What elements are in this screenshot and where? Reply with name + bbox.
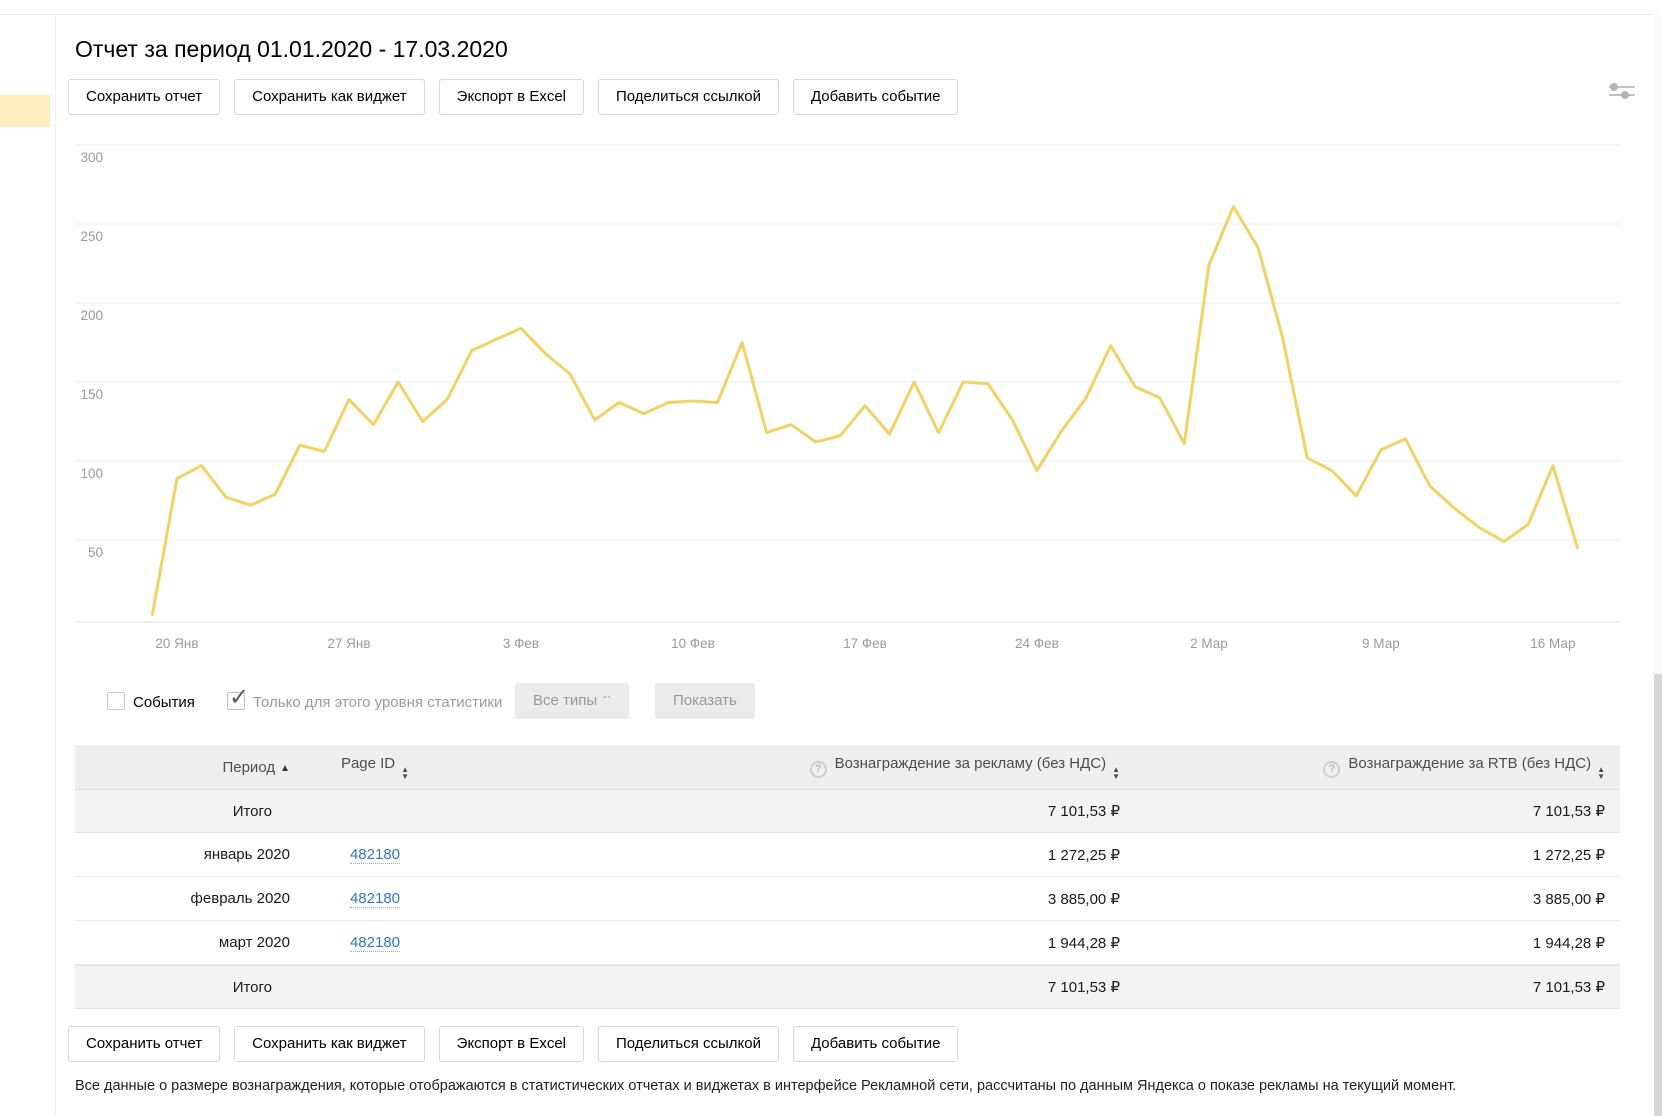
x-axis-tick-label: 27 Янв bbox=[327, 636, 370, 651]
x-axis-tick-label: 3 Фев bbox=[503, 636, 539, 651]
rtb-reward-cell: 1 944,28 ₽ bbox=[1532, 934, 1605, 952]
share-link-button[interactable]: Поделиться ссылкой bbox=[598, 1026, 779, 1062]
page-id-link[interactable]: 482180 bbox=[349, 846, 401, 864]
column-header-period[interactable]: Период ▲ bbox=[75, 759, 290, 776]
y-axis-tick-label: 50 bbox=[88, 545, 103, 560]
revenue-line-chart: 50 100 150 200 250 300 20 Янв 27 Янв 3 Фев 10 Фев… bbox=[75, 144, 1620, 651]
x-axis-tick-label: 2 Мар bbox=[1190, 636, 1228, 651]
column-header-ads-reward[interactable]: ? Вознаграждение за рекламу (без НДС) ▲ ▼ bbox=[460, 755, 1120, 780]
level-checkbox[interactable]: ✓ bbox=[227, 684, 249, 711]
ads-reward-cell: 3 885,00 ₽ bbox=[1047, 890, 1120, 908]
total-rtb-value: 7 101,53 ₽ bbox=[1532, 979, 1605, 996]
checkmark-icon: ✓ bbox=[229, 684, 250, 711]
column-header-rtb-reward[interactable]: ? Вознаграждение за RTB (без НДС) ▲ ▼ bbox=[1120, 755, 1605, 780]
total-rtb-value: 7 101,53 ₽ bbox=[1532, 803, 1605, 820]
rtb-reward-cell: 3 885,00 ₽ bbox=[1532, 890, 1605, 908]
export-excel-button[interactable]: Экспорт в Excel bbox=[438, 1026, 584, 1062]
page-id-link[interactable]: 482180 bbox=[349, 890, 401, 908]
table-body: январь 2020 482180 1 272,25 ₽ 1 272,25 ₽ фев… bbox=[75, 833, 1620, 965]
event-type-dropdown[interactable]: Все типы ˆˋ bbox=[515, 683, 630, 719]
x-axis-tick-label: 10 Фев bbox=[671, 636, 715, 651]
report-page: Отчет за период 01.01.2020 - 17.03.2020 … bbox=[0, 0, 1662, 1116]
table-row: март 2020 482180 1 944,28 ₽ 1 944,28 ₽ bbox=[75, 921, 1620, 965]
x-axis-tick-label: 17 Фев bbox=[843, 636, 887, 651]
report-table: Период ▲ Page ID ▲ ▼ ? Вознаграждение за рек… bbox=[75, 745, 1620, 1009]
period-cell: март 2020 bbox=[218, 934, 290, 951]
sort-icon: ▲ ▼ bbox=[1597, 764, 1605, 781]
revenue-series-line bbox=[150, 205, 1579, 616]
period-cell: январь 2020 bbox=[203, 846, 290, 863]
period-cell: февраль 2020 bbox=[190, 890, 290, 907]
rtb-reward-cell: 1 272,25 ₽ bbox=[1532, 846, 1605, 864]
page-id-cell: 482180 bbox=[290, 846, 460, 864]
page-id-cell: 482180 bbox=[290, 890, 460, 908]
add-event-button[interactable]: Добавить событие bbox=[792, 1026, 959, 1062]
scrollbar-thumb[interactable] bbox=[1654, 674, 1662, 1116]
help-icon[interactable]: ? bbox=[1323, 760, 1341, 778]
chevron-down-icon: ˆˋ bbox=[603, 694, 612, 708]
ads-reward-cell: 1 944,28 ₽ bbox=[1047, 934, 1120, 952]
total-ads-value: 7 101,53 ₽ bbox=[1047, 979, 1120, 996]
x-axis-tick-label: 20 Янв bbox=[155, 636, 198, 651]
toolbar-bottom: Сохранить отчет Сохранить как виджет Экспо… bbox=[68, 1026, 959, 1062]
events-checkbox[interactable] bbox=[107, 692, 125, 710]
y-axis-tick-label: 100 bbox=[80, 466, 103, 481]
sort-asc-icon: ▲ bbox=[280, 762, 290, 774]
save-report-button[interactable]: Сохранить отчет bbox=[68, 1026, 221, 1062]
table-row: февраль 2020 482180 3 885,00 ₽ 3 885,00 ₽ bbox=[75, 877, 1620, 921]
sort-icon: ▲ ▼ bbox=[401, 764, 410, 781]
show-button[interactable]: Показать bbox=[655, 683, 755, 719]
table-total-row-bottom: Итого 7 101,53 ₽ 7 101,53 ₽ bbox=[75, 965, 1620, 1009]
sort-icon: ▲ ▼ bbox=[1112, 764, 1120, 781]
ads-reward-cell: 1 272,25 ₽ bbox=[1047, 846, 1120, 864]
page-id-cell: 482180 bbox=[290, 934, 460, 952]
y-axis-tick-label: 250 bbox=[80, 229, 103, 244]
table-row: январь 2020 482180 1 272,25 ₽ 1 272,25 ₽ bbox=[75, 833, 1620, 877]
x-axis-tick-label: 16 Мар bbox=[1530, 636, 1575, 651]
page-id-link[interactable]: 482180 bbox=[349, 934, 401, 952]
footer-note: Все данные о размере вознаграждения, кот… bbox=[75, 1078, 1457, 1094]
total-label: Итого bbox=[232, 802, 272, 820]
x-axis-tick-label: 9 Мар bbox=[1362, 636, 1400, 651]
table-header-row: Период ▲ Page ID ▲ ▼ ? Вознаграждение за рек… bbox=[75, 745, 1620, 789]
total-ads-value: 7 101,53 ₽ bbox=[1047, 803, 1120, 820]
total-label: Итого bbox=[232, 978, 272, 996]
column-header-page-id[interactable]: Page ID ▲ ▼ bbox=[290, 755, 460, 781]
save-as-widget-button[interactable]: Сохранить как виджет bbox=[234, 1026, 425, 1062]
y-axis-tick-label: 200 bbox=[80, 308, 103, 323]
y-axis-tick-label: 150 bbox=[80, 387, 103, 402]
x-axis-tick-label: 24 Фев bbox=[1015, 636, 1059, 651]
events-checkbox-label[interactable]: События bbox=[133, 694, 195, 711]
table-total-row-top: Итого 7 101,53 ₽ 7 101,53 ₽ bbox=[75, 789, 1620, 833]
level-checkbox-label[interactable]: Только для этого уровня статистики bbox=[253, 694, 502, 711]
y-axis-tick-label: 300 bbox=[80, 150, 103, 165]
help-icon[interactable]: ? bbox=[809, 760, 827, 778]
